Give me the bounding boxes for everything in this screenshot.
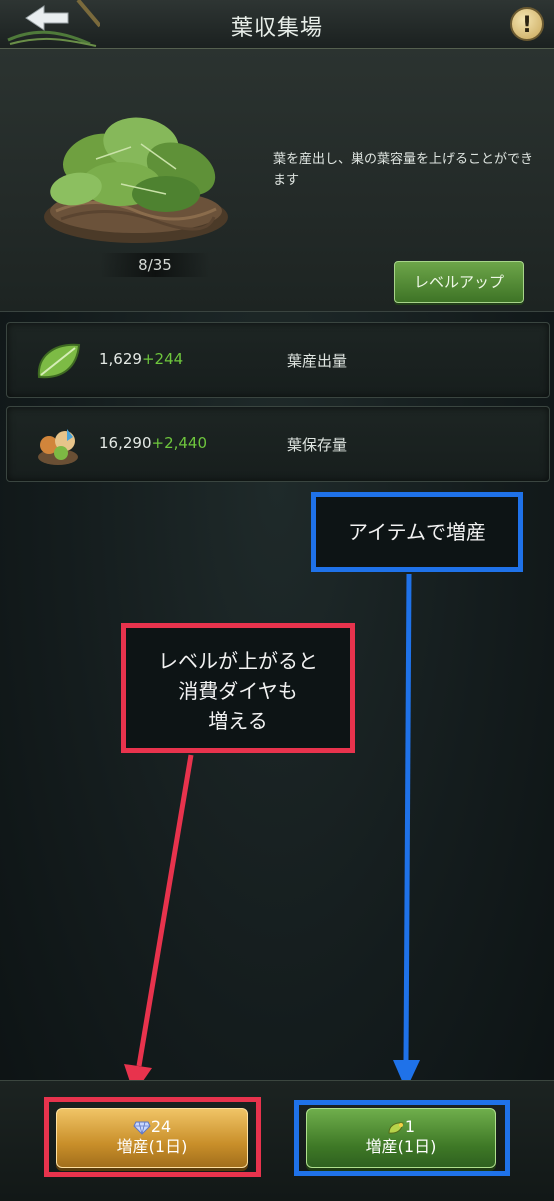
production-value: 1,629+244 [99,350,183,368]
building-description: 葉を産出し、巣の葉容量を上げることができます [273,152,534,188]
highlight-diamond-button [44,1097,261,1177]
red-arrow-line [136,754,194,1067]
leaf-nest-image [36,99,236,249]
header-bar: 葉収集場 ! [0,0,554,49]
exclamation-icon: ! [521,13,533,38]
stat-panel-storage: 16,290+2,440 葉保存量 [6,406,550,482]
storage-label: 葉保存量 [287,436,348,454]
storage-base: 16,290 [99,434,152,452]
production-label: 葉産出量 [287,352,348,370]
level-up-button[interactable]: レベルアップ [394,261,524,303]
production-bonus: +244 [141,350,184,368]
annotation-line: 消費ダイヤも [178,679,298,703]
annotation-line: レベルが上がると [158,649,318,673]
annotation-diamond-cost: レベルが上がると 消費ダイヤも 増える [121,623,355,753]
storage-bonus: +2,440 [151,434,208,452]
annotation-line: 増える [208,709,268,733]
page-title: 葉収集場 [230,16,323,41]
annotation-item-boost: アイテムで増産 [311,492,523,572]
storage-value: 16,290+2,440 [99,434,207,452]
stat-panel-production: 1,629+244 葉産出量 [6,322,550,398]
building-level: 8/35 [100,253,210,277]
storage-icon [33,423,83,467]
leaf-icon [33,339,83,383]
info-button[interactable]: ! [510,7,544,41]
production-base: 1,629 [99,350,142,368]
blue-arrow-line [403,573,412,1061]
highlight-item-button [294,1100,510,1176]
building-panel: 8/35 葉を産出し、巣の葉容量を上げることができます レベルアップ [0,49,554,312]
